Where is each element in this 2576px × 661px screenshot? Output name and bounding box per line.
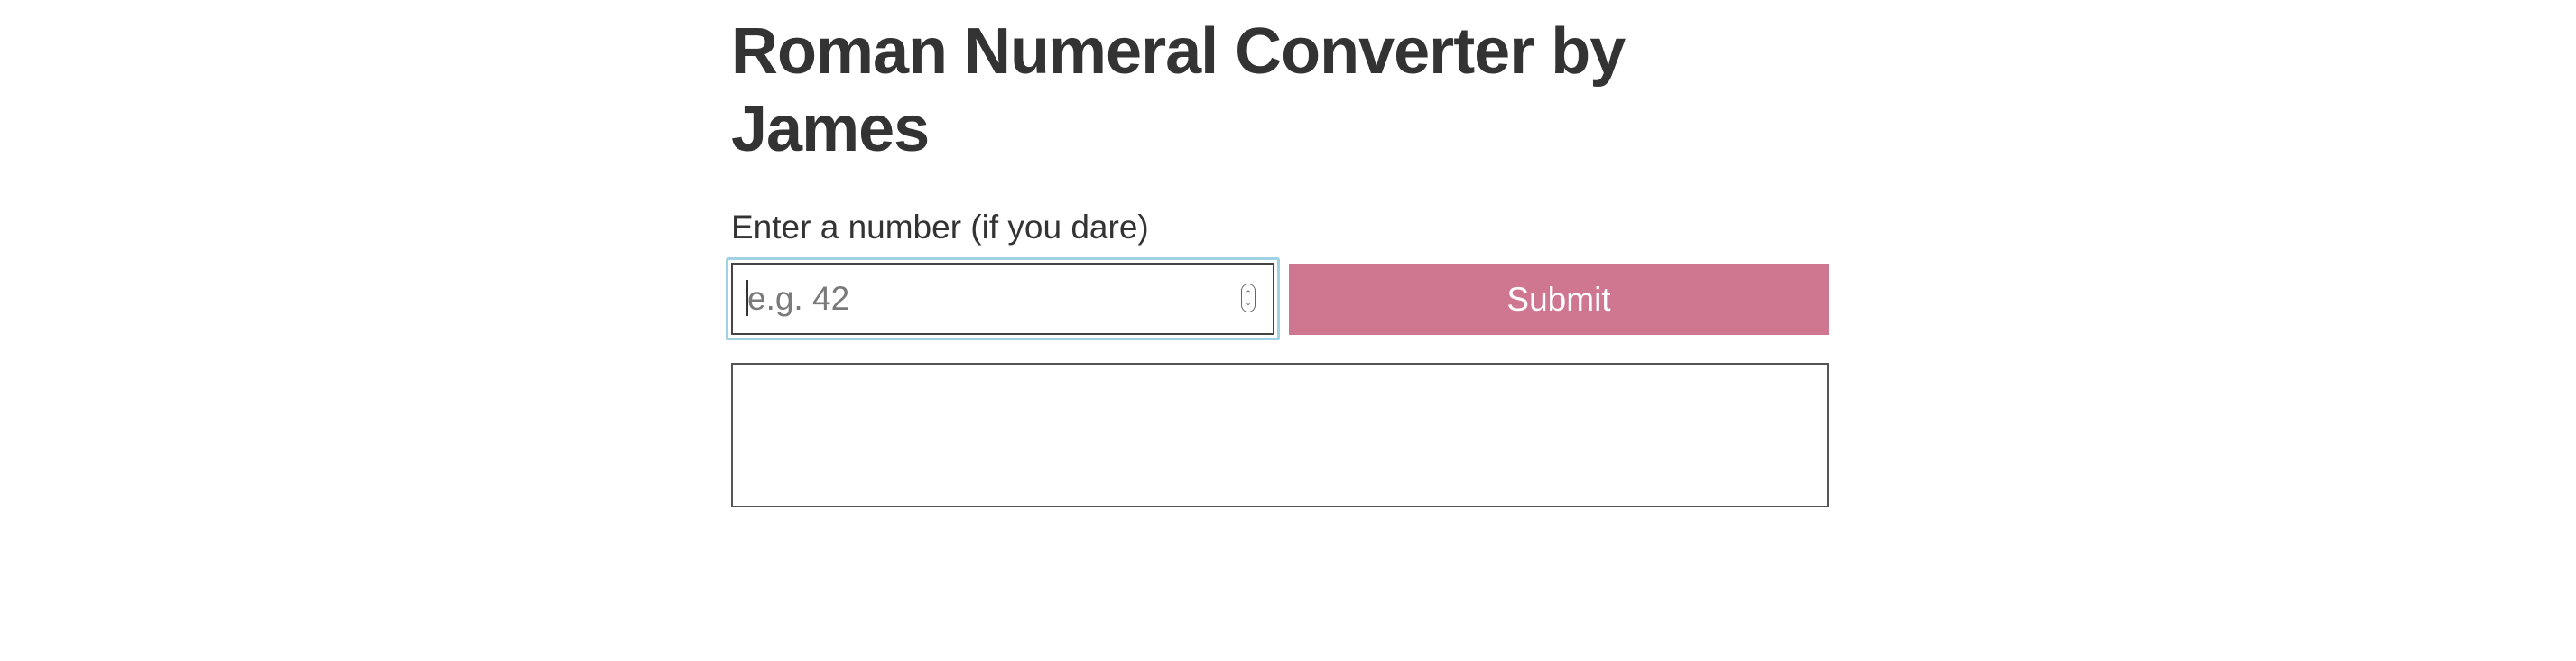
spinner-up-icon[interactable]: ⌃ — [1245, 289, 1252, 298]
page-title: Roman Numeral Converter by James — [731, 15, 1626, 165]
text-caret — [746, 280, 748, 316]
number-input-label: Enter a number (if you dare) — [731, 209, 1149, 246]
output-box — [731, 363, 1829, 507]
submit-button[interactable]: Submit — [1289, 264, 1829, 335]
number-spinner-icon[interactable]: ⌃ ⌄ — [1241, 284, 1256, 312]
number-input[interactable] — [731, 263, 1274, 335]
number-input-focus-ring: ⌃ ⌄ — [726, 257, 1280, 340]
spinner-down-icon[interactable]: ⌄ — [1245, 298, 1252, 307]
